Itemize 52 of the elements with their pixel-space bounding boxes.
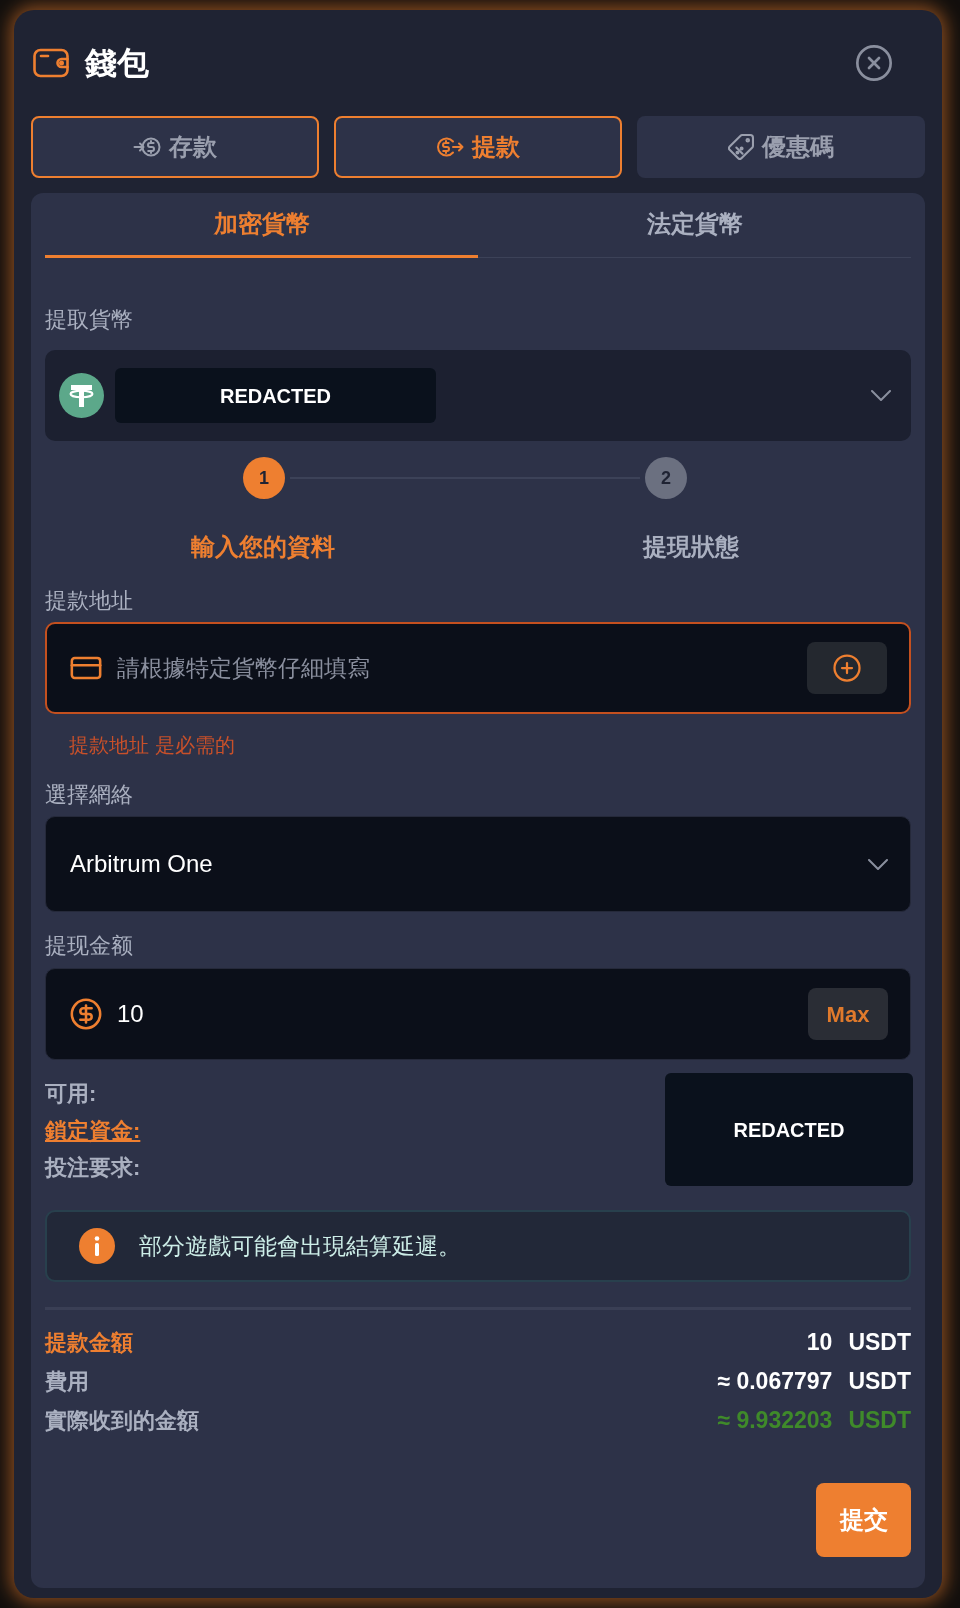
summary-label: 費用 (45, 1368, 89, 1396)
close-icon (854, 43, 894, 83)
wallet-tab[interactable]: 提款 (334, 116, 622, 178)
step-label: 輸入您的資料 (191, 535, 335, 559)
withdraw-icon (436, 137, 464, 157)
summary-label: 實際收到的金額 (45, 1407, 199, 1435)
chevron-down-icon (871, 390, 891, 401)
add-address-button[interactable] (807, 642, 887, 694)
currency-select[interactable]: REDACTED (45, 350, 911, 441)
deposit-icon (133, 137, 161, 157)
submit-button[interactable]: 提交 (816, 1483, 911, 1557)
address-input[interactable]: 請根據特定貨幣仔細填寫 (117, 650, 807, 686)
balance-label: 可用: (45, 1080, 97, 1108)
step-label: 提現狀態 (643, 535, 739, 559)
locked-funds-link[interactable]: 鎖定資金: (45, 1114, 141, 1147)
wallet-tab[interactable]: 存款 (31, 116, 319, 178)
address-label: 提款地址 (45, 589, 134, 613)
modal-title: 錢包 (85, 45, 149, 81)
balance-label: 投注要求: (45, 1154, 141, 1182)
wallet-icon (33, 48, 69, 78)
currency-type-tab[interactable]: 法定貨幣 (478, 193, 911, 258)
plus-circle-icon (832, 653, 862, 683)
info-icon (79, 1228, 115, 1264)
network-select[interactable]: Arbitrum One (45, 816, 911, 912)
summary-unit: USDT (848, 1328, 911, 1358)
redacted-value: REDACTED (665, 1073, 913, 1186)
amount-field[interactable]: 10 Max (45, 968, 911, 1060)
tether-coin-icon (59, 373, 104, 418)
currency-label: 提取貨幣 (45, 308, 134, 332)
network-value: Arbitrum One (70, 849, 213, 879)
summary-unit: USDT (848, 1367, 911, 1397)
summary-value: ≈ 9.932203 (717, 1406, 833, 1436)
close-button[interactable] (854, 43, 894, 83)
summary-value: ≈ 0.067797 (717, 1367, 833, 1397)
notice-text: 部分遊戲可能會出現結算延遲。 (139, 1231, 461, 1261)
amount-label: 提现金额 (45, 934, 134, 958)
tag-icon (728, 134, 754, 160)
step-number: 1 (243, 457, 285, 499)
chevron-down-icon (868, 858, 888, 870)
network-label: 選擇網絡 (45, 783, 134, 807)
summary-unit: USDT (848, 1406, 911, 1436)
error-message: 提款地址 是必需的 (69, 734, 235, 756)
step-number: 2 (645, 457, 687, 499)
summary-value: 10 (806, 1328, 833, 1358)
redacted-value: REDACTED (115, 368, 436, 423)
summary-label: 提款金額 (45, 1329, 133, 1357)
currency-type-tab[interactable]: 加密貨幣 (45, 193, 478, 258)
address-field[interactable]: 請根據特定貨幣仔細填寫 (45, 622, 911, 714)
amount-input[interactable]: 10 (117, 996, 808, 1032)
max-button[interactable]: Max (808, 988, 888, 1040)
dollar-circle-icon (69, 997, 103, 1031)
wallet-tab[interactable]: 優惠碼 (637, 116, 925, 178)
